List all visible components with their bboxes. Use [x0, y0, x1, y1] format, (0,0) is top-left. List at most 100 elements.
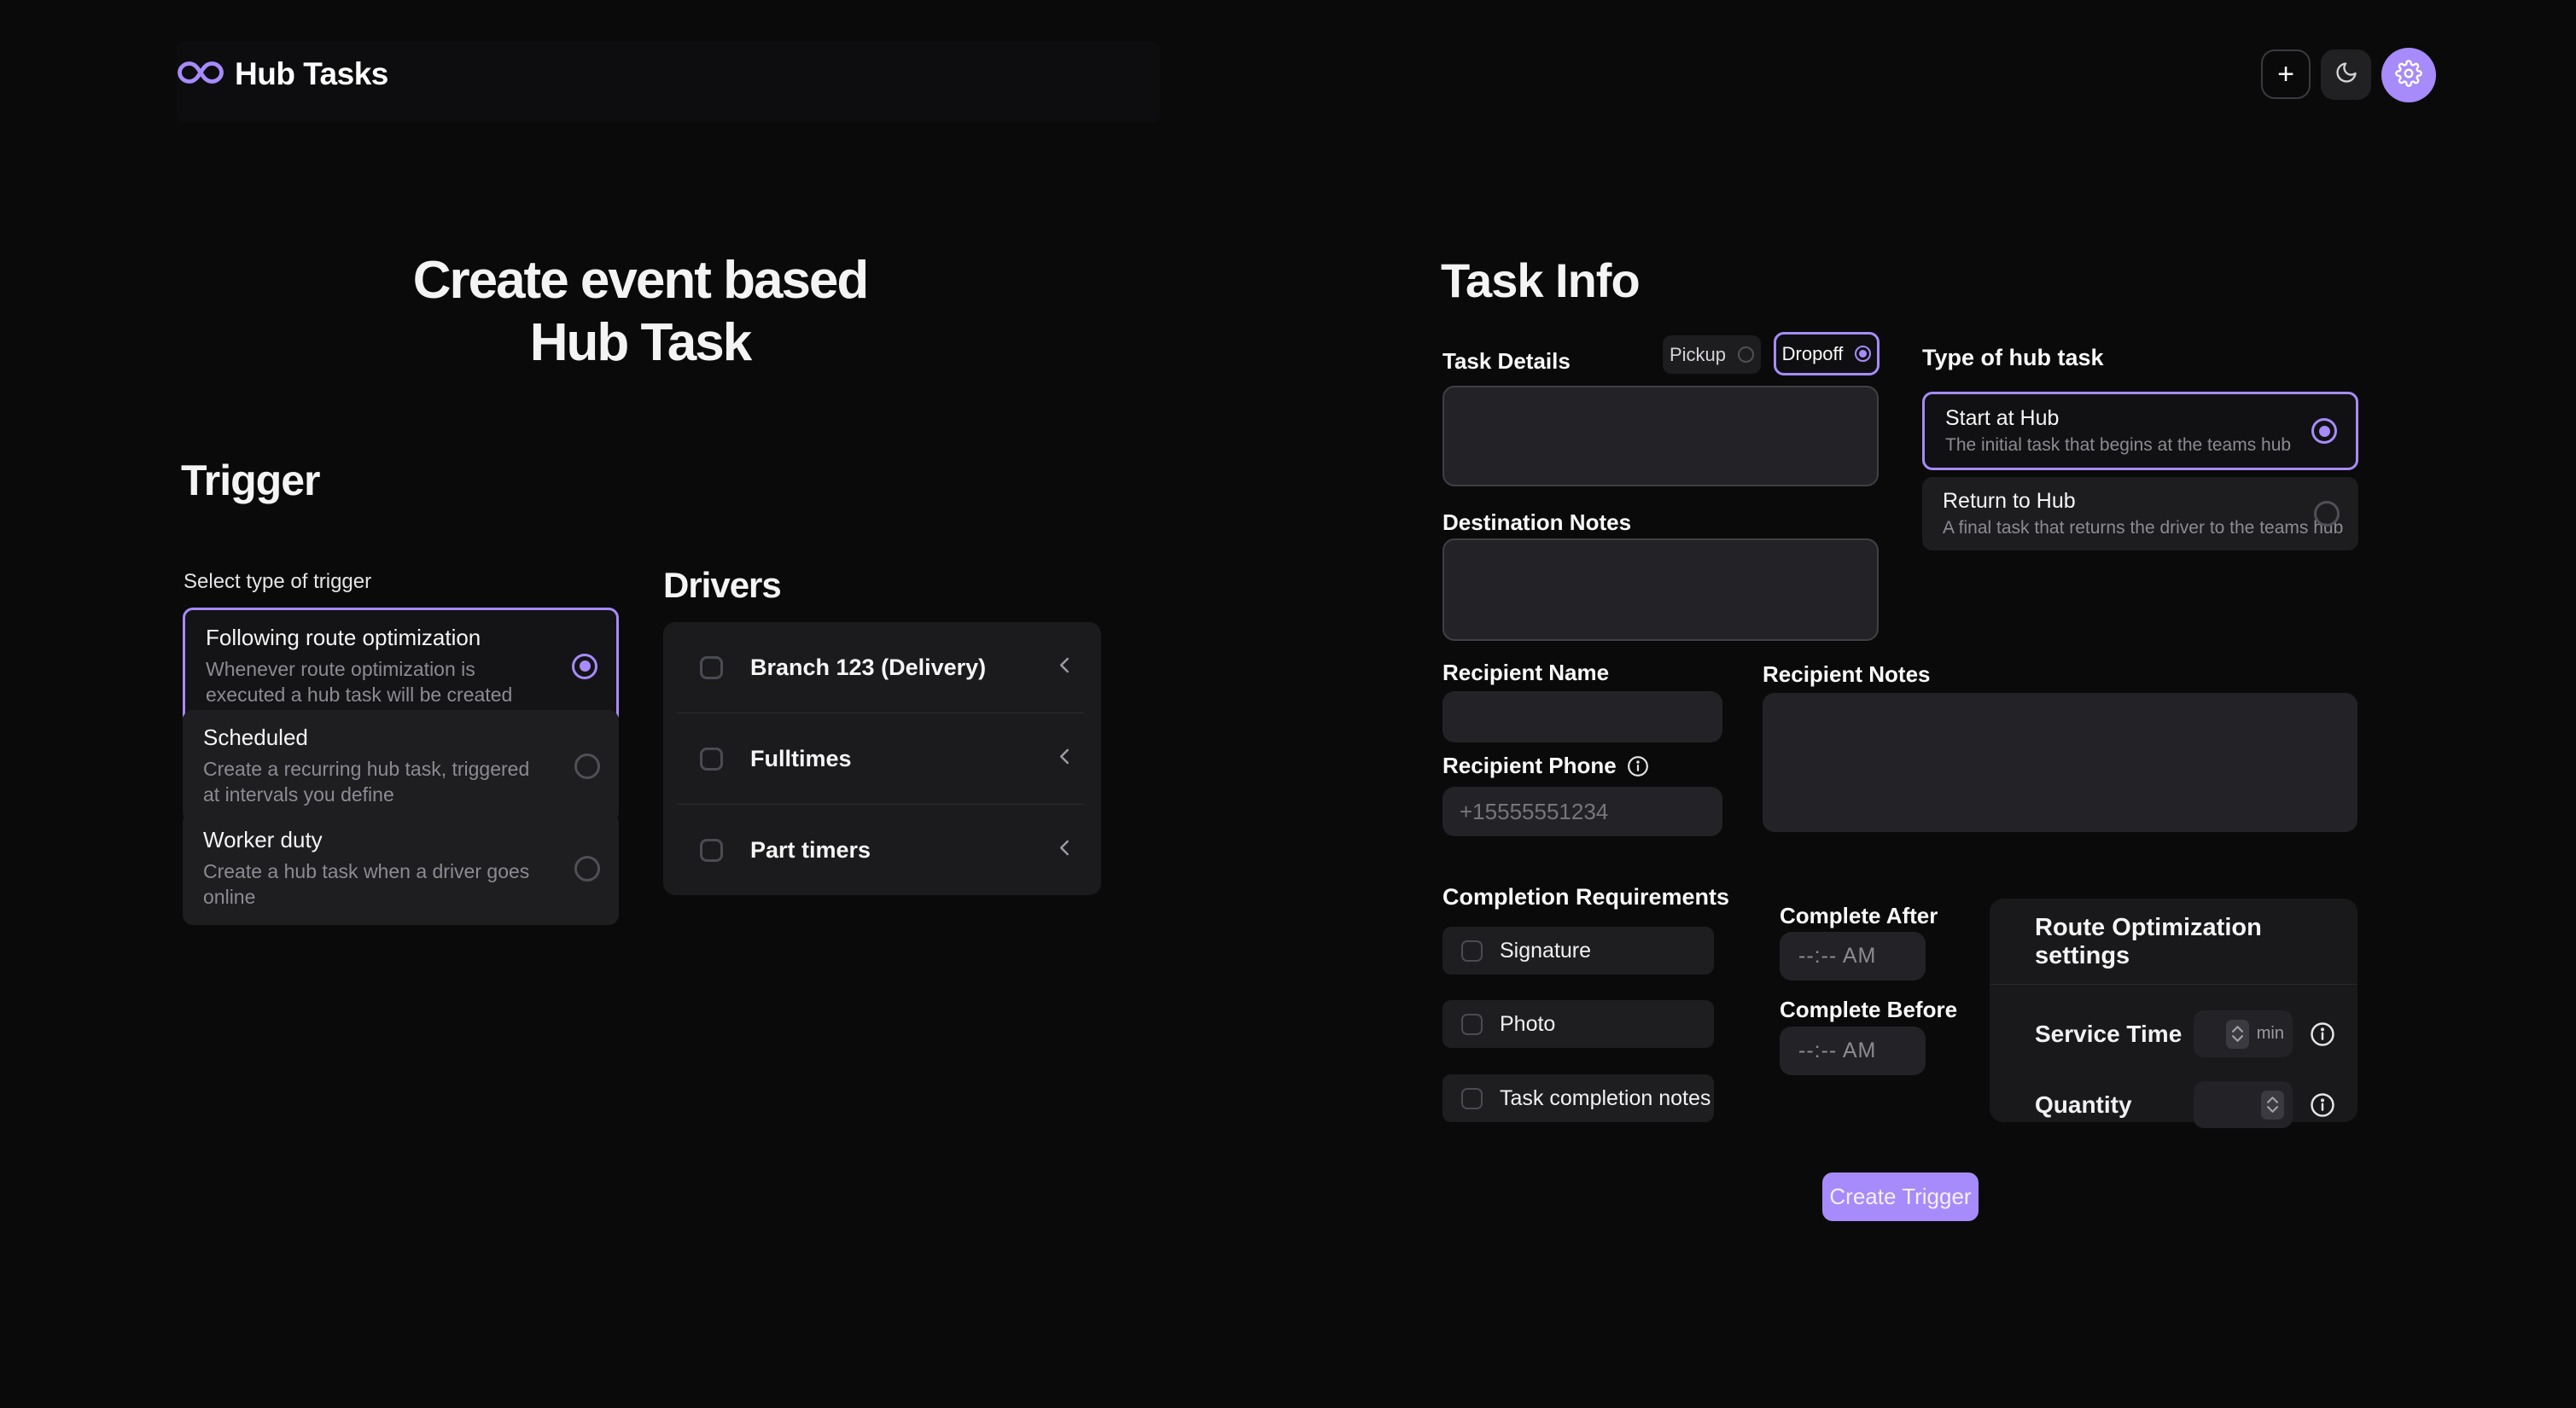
completion-option-signature[interactable]: Signature	[1442, 927, 1714, 975]
service-time-row: Service Time min	[1990, 1010, 2357, 1057]
info-icon[interactable]	[2310, 1092, 2335, 1118]
hub-type-title: Return to Hub	[1943, 489, 2290, 514]
trigger-option-description: Whenever route optimization is executed …	[206, 656, 539, 708]
recipient-phone-label: Recipient Phone	[1442, 753, 1617, 779]
completion-option-label: Photo	[1500, 1012, 1555, 1037]
radio-unselected-icon[interactable]	[2314, 501, 2340, 527]
recipient-notes-label: Recipient Notes	[1763, 661, 1931, 688]
trigger-option-following-route-optimization[interactable]: Following route optimization Whenever ro…	[183, 608, 619, 725]
trigger-option-worker-duty[interactable]: Worker duty Create a hub task when a dri…	[183, 812, 619, 925]
driver-group-row-part-timers[interactable]: Part timers	[663, 805, 1101, 895]
app-title: Hub Tasks	[235, 56, 388, 92]
radio-unselected-icon[interactable]	[574, 753, 600, 779]
complete-before-label: Complete Before	[1780, 997, 1957, 1023]
app-logo: Hub Tasks	[177, 56, 388, 92]
completion-option-task-completion-notes[interactable]: Task completion notes	[1442, 1074, 1714, 1122]
service-time-input[interactable]: min	[2194, 1010, 2293, 1057]
page-title-line2: Hub Task	[205, 311, 1075, 374]
completion-requirements-label: Completion Requirements	[1442, 884, 1729, 911]
drivers-section-heading: Drivers	[663, 565, 781, 606]
hub-type-description: A final task that returns the driver to …	[1943, 518, 2290, 538]
completion-option-photo[interactable]: Photo	[1442, 1000, 1714, 1048]
hub-tasks-page: Hub Tasks + Create event based Hub Task …	[0, 0, 2576, 1408]
info-icon[interactable]	[2310, 1021, 2335, 1047]
service-time-label: Service Time	[2035, 1021, 2194, 1048]
checkbox-icon[interactable]	[700, 839, 723, 862]
gear-icon	[2395, 60, 2422, 91]
trigger-section-heading: Trigger	[181, 456, 319, 505]
hub-task-type-label: Type of hub task	[1922, 345, 2104, 371]
settings-button[interactable]	[2381, 48, 2436, 102]
trigger-option-title: Worker duty	[203, 827, 542, 853]
chevron-left-icon[interactable]	[1052, 835, 1077, 865]
destination-notes-textarea[interactable]	[1442, 538, 1879, 641]
trigger-option-title: Scheduled	[203, 724, 542, 751]
divider	[1990, 984, 2357, 985]
quantity-row: Quantity	[1990, 1081, 2357, 1128]
info-icon[interactable]	[1627, 755, 1649, 777]
recipient-phone-label-row: Recipient Phone	[1442, 753, 1649, 779]
time-placeholder: --:-- AM	[1798, 944, 1876, 969]
page-title-line1: Create event based	[205, 249, 1075, 311]
complete-after-label: Complete After	[1780, 903, 1938, 929]
chevron-left-icon[interactable]	[1052, 744, 1077, 774]
recipient-name-label: Recipient Name	[1442, 660, 1609, 686]
quantity-input[interactable]	[2194, 1081, 2293, 1128]
radio-selected-icon[interactable]	[2311, 418, 2337, 444]
dropoff-label: Dropoff	[1782, 343, 1844, 365]
route-optimization-settings-panel: Route Optimization settings Service Time…	[1990, 899, 2357, 1122]
trigger-option-scheduled[interactable]: Scheduled Create a recurring hub task, t…	[183, 710, 619, 823]
completion-option-label: Task completion notes	[1500, 1086, 1711, 1111]
hub-type-description: The initial task that begins at the team…	[1945, 435, 2288, 456]
checkbox-icon[interactable]	[700, 656, 723, 679]
page-title: Create event based Hub Task	[205, 249, 1075, 374]
create-trigger-button[interactable]: Create Trigger	[1822, 1172, 1979, 1221]
recipient-name-input[interactable]	[1442, 691, 1722, 742]
radio-selected-icon	[1855, 346, 1871, 362]
plus-icon: +	[2277, 58, 2294, 91]
quantity-label: Quantity	[2035, 1091, 2194, 1119]
add-button[interactable]: +	[2261, 49, 2311, 99]
time-placeholder: --:-- AM	[1798, 1039, 1876, 1063]
radio-unselected-icon[interactable]	[574, 856, 600, 881]
complete-before-time-input[interactable]: --:-- AM	[1780, 1027, 1926, 1075]
driver-group-label: Fulltimes	[750, 746, 852, 772]
trigger-option-title: Following route optimization	[206, 625, 539, 651]
checkbox-icon[interactable]	[1461, 1014, 1483, 1035]
service-time-unit: min	[2257, 1024, 2284, 1044]
chevron-left-icon[interactable]	[1052, 653, 1077, 683]
complete-after-time-input[interactable]: --:-- AM	[1780, 932, 1926, 980]
theme-toggle-button[interactable]	[2321, 49, 2371, 100]
trigger-option-description: Create a recurring hub task, triggered a…	[203, 756, 542, 808]
driver-group-label: Branch 123 (Delivery)	[750, 655, 986, 681]
hub-type-option-start-at-hub[interactable]: Start at Hub The initial task that begin…	[1922, 392, 2358, 470]
driver-group-row-branch-123[interactable]: Branch 123 (Delivery)	[663, 622, 1101, 713]
recipient-phone-input[interactable]	[1442, 787, 1722, 836]
pickup-toggle[interactable]: Pickup	[1663, 335, 1761, 374]
task-info-heading: Task Info	[1441, 253, 1640, 308]
checkbox-icon[interactable]	[1461, 940, 1483, 962]
pickup-label: Pickup	[1670, 344, 1726, 366]
drivers-list: Branch 123 (Delivery) Fulltimes Part tim…	[663, 622, 1101, 895]
recipient-notes-textarea[interactable]	[1763, 693, 2357, 832]
task-details-label: Task Details	[1442, 348, 1571, 375]
driver-group-label: Part timers	[750, 837, 871, 864]
select-trigger-label: Select type of trigger	[184, 570, 371, 594]
infinity-logo-icon	[177, 57, 224, 92]
radio-unselected-icon	[1738, 346, 1754, 363]
hub-type-option-return-to-hub[interactable]: Return to Hub A final task that returns …	[1922, 477, 2358, 550]
moon-icon	[2334, 61, 2358, 89]
radio-selected-icon[interactable]	[572, 654, 597, 679]
stepper-icon[interactable]	[2261, 1091, 2284, 1120]
trigger-option-description: Create a hub task when a driver goes onl…	[203, 858, 542, 911]
stepper-icon[interactable]	[2226, 1020, 2249, 1049]
dropoff-toggle[interactable]: Dropoff	[1774, 332, 1880, 375]
checkbox-icon[interactable]	[700, 748, 723, 771]
destination-notes-label: Destination Notes	[1442, 509, 1631, 536]
completion-option-label: Signature	[1500, 939, 1591, 963]
create-trigger-label: Create Trigger	[1829, 1184, 1971, 1210]
checkbox-icon[interactable]	[1461, 1088, 1483, 1109]
route-optimization-settings-heading: Route Optimization settings	[1990, 899, 2357, 984]
task-details-textarea[interactable]	[1442, 386, 1879, 486]
driver-group-row-fulltimes[interactable]: Fulltimes	[663, 713, 1101, 804]
